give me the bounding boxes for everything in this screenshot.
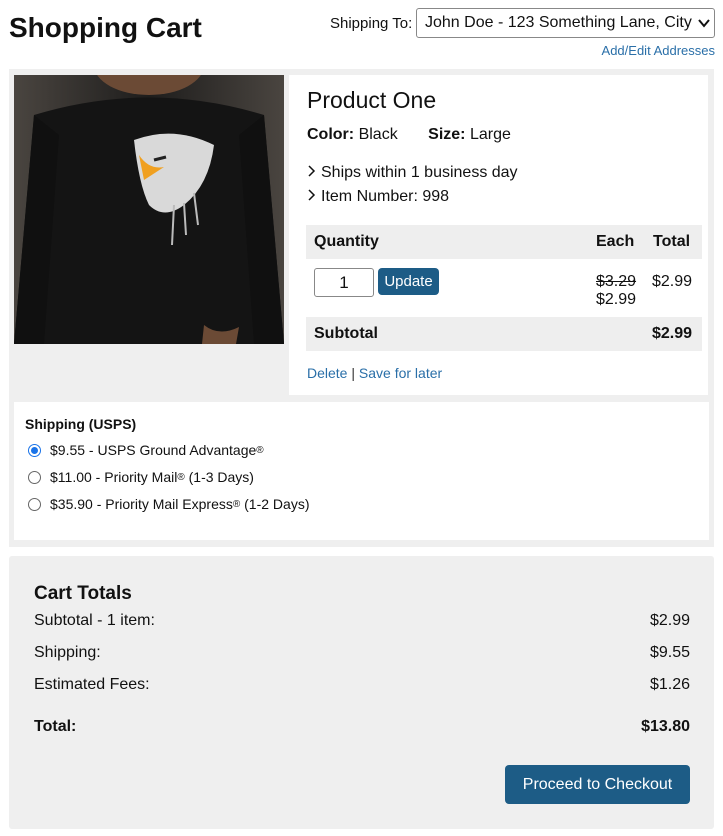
radio-priority[interactable] bbox=[28, 470, 41, 484]
item-actions: Delete | Save for later bbox=[307, 365, 442, 381]
totals-shipping-row: Shipping: $9.55 bbox=[34, 644, 690, 662]
express-name: Priority Mail Express bbox=[105, 496, 233, 512]
priority-name: Priority Mail bbox=[104, 469, 178, 485]
quantity-table: Quantity Each Total 1 Update $3.29 $2.99… bbox=[306, 225, 702, 351]
item-subtotal-label: Subtotal bbox=[314, 325, 378, 342]
radio-ground[interactable] bbox=[28, 443, 41, 457]
shipping-title: Shipping (USPS) bbox=[25, 416, 137, 432]
action-separator: | bbox=[351, 365, 355, 381]
totals-subtotal-row: Subtotal - 1 item: $2.99 bbox=[34, 612, 690, 630]
page-title: Shopping Cart bbox=[9, 12, 202, 43]
item-number-line: Item Number: 998 bbox=[307, 185, 518, 209]
shipping-panel: Shipping (USPS) $9.55 - USPS Ground Adva… bbox=[9, 397, 714, 547]
chevron-right-icon bbox=[307, 161, 321, 185]
shipping-options: Shipping (USPS) $9.55 - USPS Ground Adva… bbox=[14, 402, 709, 540]
totals-shipping-value: $9.55 bbox=[649, 644, 690, 661]
color-label: Color: bbox=[307, 126, 355, 143]
original-price: $3.29 bbox=[596, 273, 637, 290]
totals-shipping-label: Shipping: bbox=[34, 644, 101, 661]
each-header: Each bbox=[596, 233, 635, 250]
totals-subtotal-label: Subtotal - 1 item: bbox=[34, 612, 155, 629]
product-bullets: Ships within 1 business day Item Number:… bbox=[307, 161, 518, 209]
radio-express[interactable] bbox=[28, 497, 41, 511]
total-header: Total bbox=[653, 233, 691, 250]
ships-within-line: Ships within 1 business day bbox=[307, 161, 518, 185]
cart-totals-title: Cart Totals bbox=[34, 583, 132, 604]
size-value: Large bbox=[469, 126, 511, 143]
registered-mark: ® bbox=[177, 471, 185, 483]
shipping-option-express[interactable]: $35.90 - Priority Mail Express ® (1-2 Day… bbox=[28, 496, 309, 512]
shipping-to-label: Shipping To: bbox=[330, 15, 413, 32]
shipping-option-priority[interactable]: $11.00 - Priority Mail ® (1-3 Days) bbox=[28, 469, 254, 485]
registered-mark: ® bbox=[256, 444, 264, 456]
totals-total-row: Total: $13.80 bbox=[34, 718, 690, 736]
product-name[interactable]: Product One bbox=[307, 87, 436, 114]
totals-fees-value: $1.26 bbox=[649, 676, 690, 693]
ground-name: USPS Ground Advantage bbox=[97, 442, 257, 458]
product-attributes: Color: Black Size: Large bbox=[307, 126, 511, 144]
quantity-input[interactable]: 1 bbox=[314, 268, 374, 297]
express-price: $35.90 bbox=[50, 496, 93, 512]
express-days: (1-2 Days) bbox=[240, 496, 310, 512]
size-label: Size: bbox=[428, 126, 466, 143]
quantity-header: Quantity bbox=[314, 233, 379, 250]
item-subtotal-row: Subtotal $2.99 bbox=[306, 317, 702, 351]
cart-item: Product One Color: Black Size: Large Shi… bbox=[9, 69, 714, 400]
proceed-to-checkout-button[interactable]: Proceed to Checkout bbox=[505, 765, 690, 804]
color-value: Black bbox=[358, 126, 398, 143]
totals-total-label: Total: bbox=[34, 718, 77, 735]
save-for-later-link[interactable]: Save for later bbox=[359, 365, 442, 381]
ground-price: $9.55 bbox=[50, 442, 86, 458]
product-photo[interactable] bbox=[14, 75, 284, 344]
item-number-text: Item Number: 998 bbox=[321, 188, 450, 205]
cart-totals: Cart Totals Subtotal - 1 item: $2.99 Shi… bbox=[9, 556, 714, 829]
totals-total-value: $13.80 bbox=[641, 718, 690, 735]
table-row: 1 Update $3.29 $2.99 $2.99 bbox=[306, 259, 702, 317]
item-subtotal-value: $2.99 bbox=[652, 325, 693, 342]
sale-price: $2.99 bbox=[596, 291, 637, 308]
ships-within-text: Ships within 1 business day bbox=[321, 164, 518, 181]
chevron-down-icon bbox=[698, 9, 710, 37]
add-edit-addresses-link[interactable]: Add/Edit Addresses bbox=[602, 43, 715, 58]
priority-days: (1-3 Days) bbox=[184, 469, 254, 485]
shipping-option-ground[interactable]: $9.55 - USPS Ground Advantage ® bbox=[28, 442, 264, 458]
totals-fees-label: Estimated Fees: bbox=[34, 676, 150, 693]
delete-link[interactable]: Delete bbox=[307, 365, 347, 381]
registered-mark: ® bbox=[232, 498, 241, 510]
row-total: $2.99 bbox=[652, 273, 693, 290]
totals-fees-row: Estimated Fees: $1.26 bbox=[34, 676, 690, 694]
quantity-table-header: Quantity Each Total bbox=[306, 225, 702, 259]
update-button[interactable]: Update bbox=[378, 268, 439, 295]
address-select[interactable]: John Doe - 123 Something Lane, City bbox=[416, 8, 715, 38]
priority-price: $11.00 bbox=[50, 469, 92, 485]
address-select-value: John Doe - 123 Something Lane, City bbox=[425, 14, 692, 31]
product-details: Product One Color: Black Size: Large Shi… bbox=[289, 75, 708, 395]
chevron-right-icon bbox=[307, 185, 321, 209]
totals-subtotal-value: $2.99 bbox=[649, 612, 690, 629]
